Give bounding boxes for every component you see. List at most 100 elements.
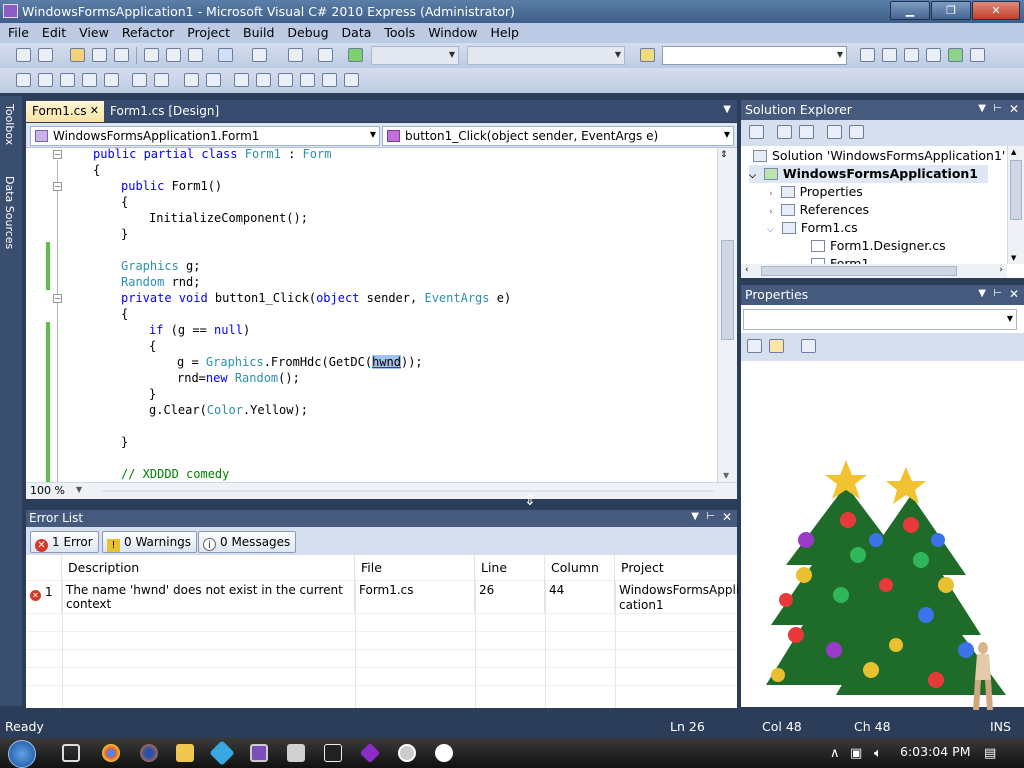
chrome-icon[interactable] <box>102 744 120 762</box>
pane-close-icon[interactable]: ✕ <box>1009 102 1019 116</box>
platform-combo[interactable]: ▼ <box>467 46 625 65</box>
menu-help[interactable]: Help <box>482 23 524 40</box>
open-folder-icon[interactable] <box>70 48 85 62</box>
collapse-ctor-icon[interactable]: − <box>53 182 62 191</box>
tree-item-properties[interactable]: › Properties <box>769 183 863 201</box>
zoom-level[interactable]: 100 % <box>30 484 65 497</box>
action-center-icon[interactable]: ▤ <box>984 746 996 761</box>
tree-item-form1-resx[interactable]: Form1... <box>811 255 881 264</box>
horizontal-scrollbar[interactable] <box>102 490 714 492</box>
task-view-icon[interactable] <box>62 744 80 762</box>
menu-build[interactable]: Build <box>235 23 279 40</box>
solution-horizontal-scrollbar[interactable]: ‹ › <box>741 264 1007 278</box>
menu-project[interactable]: Project <box>179 23 235 40</box>
tree-item-solution[interactable]: Solution 'WindowsFormsApplication1' (1 p <box>753 147 1024 165</box>
pin-icon[interactable]: ⊢ <box>993 288 1002 299</box>
collapse-class-icon[interactable]: − <box>53 150 62 159</box>
previous-bookmark-folder-icon[interactable] <box>300 73 315 87</box>
extension-manager-icon[interactable] <box>970 48 985 62</box>
start-debugging-icon[interactable] <box>348 48 363 62</box>
class-combo[interactable]: WindowsFormsApplication1.Form1 ▼ <box>30 126 380 146</box>
view-designer-icon[interactable] <box>849 125 864 139</box>
member-list-icon[interactable] <box>16 73 31 87</box>
pane-menu-icon[interactable]: ▼ <box>691 511 699 522</box>
alphabetical-icon[interactable] <box>769 339 784 353</box>
redo-icon[interactable] <box>252 48 267 62</box>
tab-form1-designer[interactable]: Form1.cs [Design] <box>104 101 225 122</box>
tray-clock[interactable]: 6:03:04 PM <box>900 744 970 759</box>
display-word-icon[interactable] <box>104 73 119 87</box>
col-header-icon[interactable] <box>26 555 62 580</box>
menu-file[interactable]: File <box>0 23 34 40</box>
parameter-info-icon[interactable] <box>38 73 53 87</box>
firefox-icon[interactable] <box>140 744 158 762</box>
next-bookmark-folder-icon[interactable] <box>322 73 337 87</box>
uncomment-icon[interactable] <box>206 73 221 87</box>
categorized-icon[interactable] <box>747 339 762 353</box>
increase-indent-icon[interactable] <box>154 73 169 87</box>
7zip-icon[interactable] <box>324 744 342 762</box>
obs-icon[interactable] <box>398 744 416 762</box>
menu-window[interactable]: Window <box>420 23 482 40</box>
pane-close-icon[interactable]: ✕ <box>722 510 732 524</box>
start-button[interactable] <box>8 740 36 768</box>
quick-info-icon[interactable] <box>60 73 75 87</box>
errors-filter-button[interactable]: ✕ 1 Error <box>30 531 99 553</box>
col-header-project[interactable]: Project <box>615 555 737 580</box>
show-all-files-icon[interactable] <box>777 125 792 139</box>
purple-app-icon[interactable] <box>359 742 381 764</box>
tree-item-form1-designer[interactable]: Form1.Designer.cs <box>811 237 946 255</box>
clear-bookmarks-icon[interactable] <box>344 73 359 87</box>
view-code-icon[interactable] <box>827 125 842 139</box>
maximize-button[interactable]: ❐ <box>931 1 971 20</box>
menu-edit[interactable]: Edit <box>34 23 71 40</box>
object-selector-combo[interactable]: ▼ <box>743 309 1017 330</box>
menu-refactor[interactable]: Refactor <box>114 23 179 40</box>
pane-close-icon[interactable]: ✕ <box>1009 287 1019 301</box>
utility-app-icon[interactable] <box>287 744 305 762</box>
copy-icon[interactable] <box>166 48 181 62</box>
object-browser-icon[interactable] <box>904 48 919 62</box>
tray-chevron-icon[interactable]: ∧ <box>830 746 840 761</box>
close-tab-icon[interactable]: ✕ <box>90 104 99 117</box>
tree-item-references[interactable]: › References <box>769 201 869 219</box>
refresh-icon[interactable] <box>799 125 814 139</box>
close-button[interactable]: ✕ <box>972 1 1020 20</box>
undo-icon[interactable] <box>218 48 233 62</box>
properties-icon[interactable] <box>749 125 764 139</box>
save-all-icon[interactable] <box>114 48 129 62</box>
navigate-forward-icon[interactable] <box>318 48 333 62</box>
config-combo[interactable]: ▼ <box>371 46 459 65</box>
pane-menu-icon[interactable]: ▼ <box>978 288 986 299</box>
tab-form1-cs[interactable]: Form1.cs ✕ <box>26 101 104 122</box>
editor-vertical-scrollbar[interactable]: ⇕ ▼ <box>717 148 737 482</box>
find-combo[interactable]: ▼ <box>662 46 847 65</box>
member-combo[interactable]: button1_Click(object sender, EventArgs e… <box>382 126 734 146</box>
col-header-line[interactable]: Line <box>475 555 545 580</box>
zoom-dropdown-icon[interactable]: ▼ <box>76 485 82 494</box>
properties-window-icon[interactable] <box>882 48 897 62</box>
steam-like-icon[interactable] <box>435 744 453 762</box>
toolbox-icon[interactable] <box>926 48 941 62</box>
menu-data[interactable]: Data <box>334 23 377 40</box>
minimize-button[interactable]: ▁ <box>890 1 930 20</box>
col-header-file[interactable]: File <box>355 555 475 580</box>
tree-item-project[interactable]: ⌵ WindowsFormsApplication1 <box>749 165 989 183</box>
network-tray-icon[interactable]: ▣ <box>850 746 862 761</box>
data-sources-tab[interactable]: Data Sources <box>3 176 16 249</box>
add-item-icon[interactable] <box>38 48 53 62</box>
scroll-down-icon[interactable]: ▼ <box>723 471 729 480</box>
toolbox-tab[interactable]: Toolbox <box>3 104 16 145</box>
paste-icon[interactable] <box>188 48 203 62</box>
pane-menu-icon[interactable]: ▼ <box>978 103 986 114</box>
start-page-icon[interactable] <box>948 48 963 62</box>
tab-dropdown-icon[interactable]: ▼ <box>723 104 731 115</box>
navigate-back-icon[interactable] <box>288 48 303 62</box>
warnings-filter-button[interactable]: ! 0 Warnings <box>102 531 198 553</box>
complete-word-icon[interactable] <box>82 73 97 87</box>
tree-item-form1[interactable]: ⌵ Form1.cs <box>767 219 858 237</box>
collapse-method-icon[interactable]: − <box>53 294 62 303</box>
col-header-description[interactable]: Description <box>62 555 355 580</box>
solution-vertical-scrollbar[interactable]: ▲ ▼ <box>1007 146 1024 264</box>
decrease-indent-icon[interactable] <box>132 73 147 87</box>
